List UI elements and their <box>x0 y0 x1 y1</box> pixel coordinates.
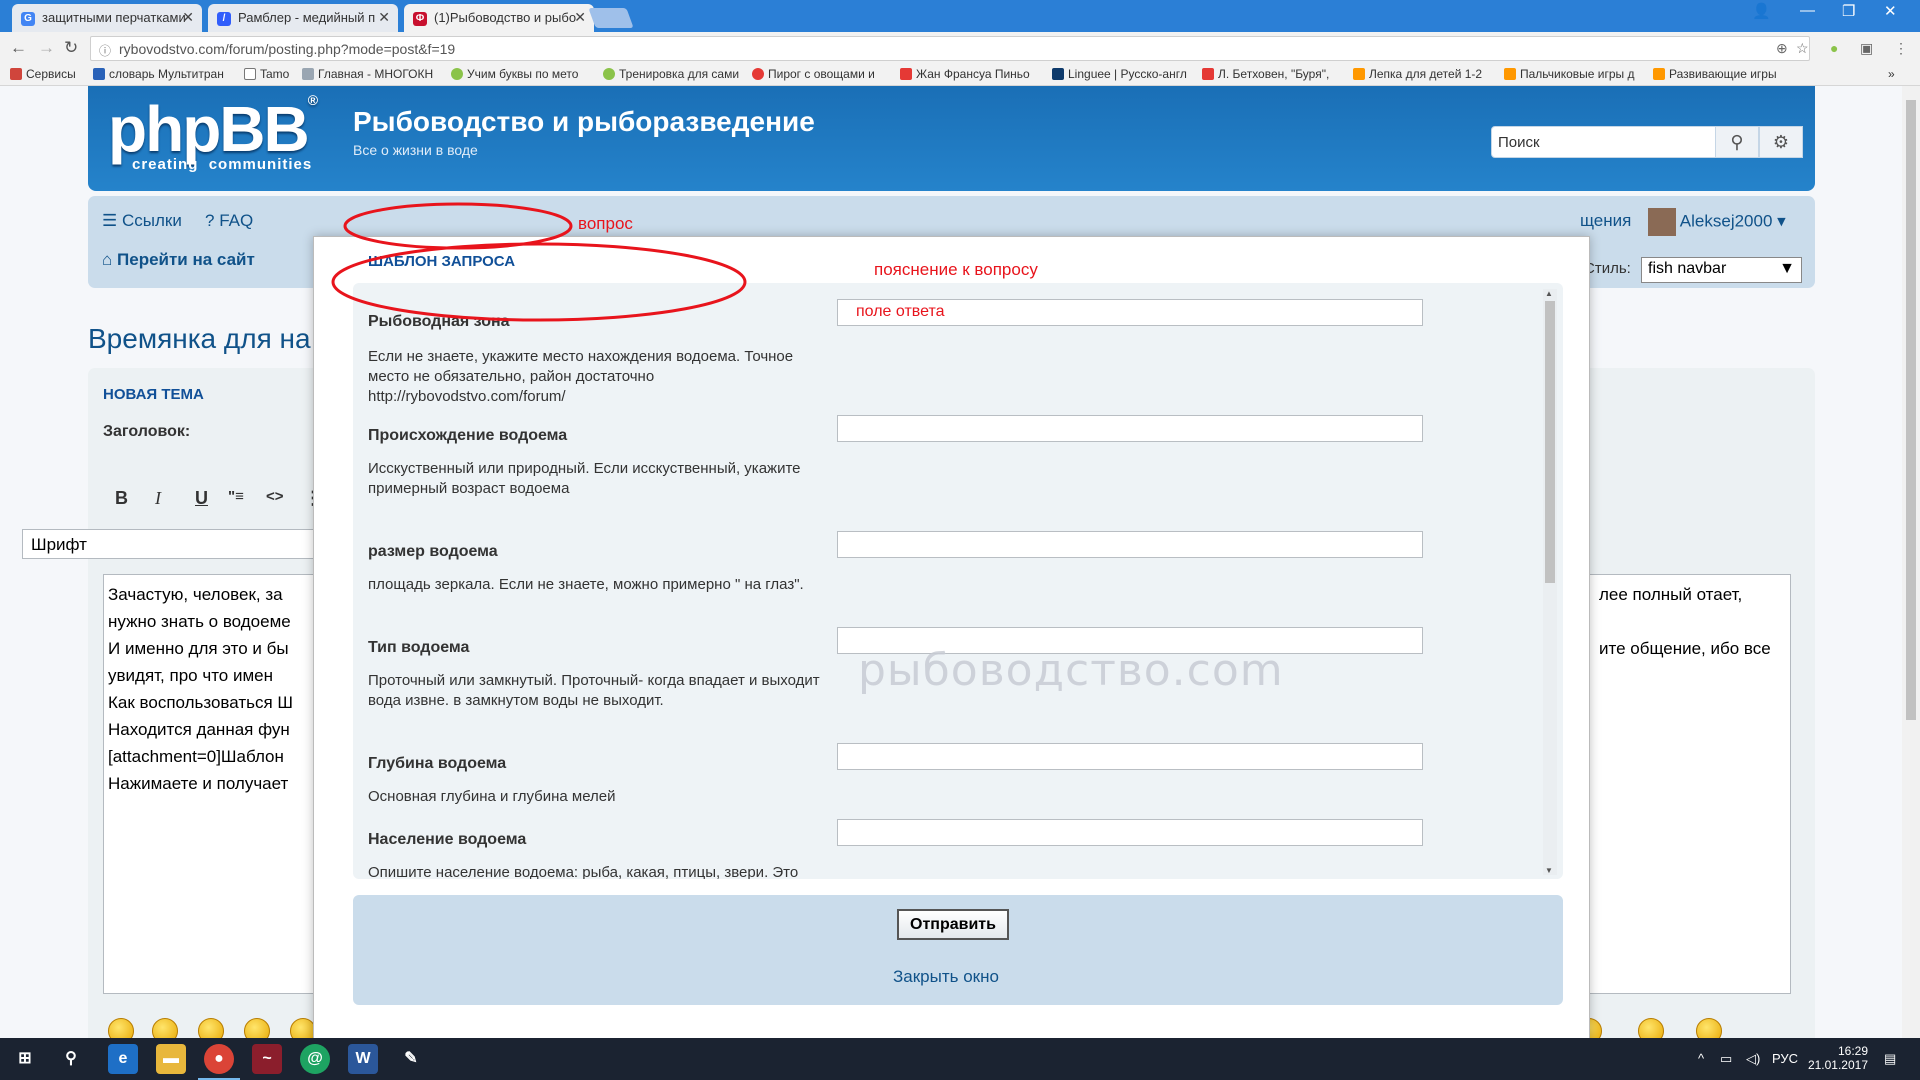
word-icon[interactable]: W <box>348 1044 378 1074</box>
close-window-icon[interactable]: ✕ <box>1884 2 1897 20</box>
bookmarks-bar: Сервисы словарь Мультитран Tamo Главная … <box>0 64 1920 86</box>
bookmark-item[interactable]: Учим буквы по мето <box>451 67 578 81</box>
page-viewport: phpBB® creating communities Рыбоводство … <box>0 86 1902 1038</box>
apps-grid-icon <box>10 68 22 80</box>
browser-tab[interactable]: / Рамблер - медийный п ✕ <box>208 4 398 32</box>
google-favicon-icon: G <box>21 12 35 26</box>
volume-icon[interactable]: ◁) <box>1746 1051 1760 1067</box>
app-icon[interactable]: ~ <box>252 1044 282 1074</box>
bookmark-favicon-icon <box>752 68 764 80</box>
browser-toolbar: ← → ↻ ⓘ rybovodstvo.com/forum/posting.ph… <box>0 32 1920 64</box>
youtube-icon <box>900 68 912 80</box>
maximize-icon[interactable]: ❐ <box>1842 2 1855 20</box>
bookmark-item[interactable]: Пальчиковые игры д <box>1504 67 1635 81</box>
bookmark-item[interactable]: Linguee | Русско-англ <box>1052 67 1187 81</box>
annotation-question: вопрос <box>578 214 633 233</box>
bookmark-item[interactable]: Развивающие игры <box>1653 67 1777 81</box>
extension-icon[interactable]: ● <box>1830 40 1838 56</box>
reload-icon[interactable]: ↻ <box>64 38 78 58</box>
network-icon[interactable]: ▭ <box>1720 1051 1732 1067</box>
bookmark-favicon-icon <box>1353 68 1365 80</box>
bookmark-star-icon[interactable]: ☆ <box>1796 40 1809 57</box>
bookmark-favicon-icon <box>603 68 615 80</box>
more-bookmarks-icon[interactable]: » <box>1888 67 1895 81</box>
bookmark-favicon-icon <box>1504 68 1516 80</box>
question-circle <box>343 202 573 250</box>
bookmark-item[interactable]: Пирог с овощами и <box>752 67 875 81</box>
rambler-favicon-icon: / <box>217 12 231 26</box>
windows-start-icon[interactable]: ⊞ <box>10 1044 40 1074</box>
page-icon <box>244 68 256 80</box>
address-bar[interactable]: ⓘ rybovodstvo.com/forum/posting.php?mode… <box>90 36 1810 61</box>
bookmark-favicon-icon <box>451 68 463 80</box>
browser-tab-active[interactable]: Ф (1)Рыбоводство и рыбо ✕ <box>404 4 594 32</box>
bookmark-favicon-icon <box>302 68 314 80</box>
bookmark-item[interactable]: Сервисы <box>10 67 76 81</box>
annotation-layer <box>331 202 747 322</box>
messenger-icon[interactable]: @ <box>300 1044 330 1074</box>
tab-title: Рамблер - медийный п <box>238 10 376 25</box>
close-tab-icon[interactable]: ✕ <box>378 9 390 26</box>
paint-icon[interactable]: ✎ <box>396 1044 426 1074</box>
url-text: rybovodstvo.com/forum/posting.php?mode=p… <box>119 41 456 57</box>
close-tab-icon[interactable]: ✕ <box>574 9 586 26</box>
language-indicator[interactable]: РУС <box>1772 1051 1798 1066</box>
forward-icon[interactable]: → <box>38 38 55 58</box>
close-tab-icon[interactable]: ✕ <box>182 9 194 26</box>
bookmark-favicon-icon <box>1653 68 1665 80</box>
forum-favicon-icon: Ф <box>413 12 427 26</box>
page-info-icon[interactable]: ⓘ <box>99 42 111 59</box>
search-icon[interactable]: ⚲ <box>56 1044 86 1074</box>
menu-icon[interactable]: ⋮ <box>1894 40 1908 57</box>
scrollbar-thumb[interactable] <box>1906 100 1916 720</box>
bookmark-item[interactable]: Тренировка для сами <box>603 67 739 81</box>
linguee-icon <box>1052 68 1064 80</box>
bookmark-favicon-icon <box>93 68 105 80</box>
browser-tab[interactable]: G защитными перчатками ✕ <box>12 4 202 32</box>
edge-icon[interactable]: e <box>108 1044 138 1074</box>
page-scrollbar[interactable] <box>1902 86 1920 1038</box>
show-hidden-icons-icon[interactable]: ^ <box>1698 1051 1704 1066</box>
minimize-icon[interactable]: — <box>1800 2 1815 19</box>
youtube-icon <box>1202 68 1214 80</box>
explanation-circle <box>331 242 747 322</box>
file-explorer-icon[interactable]: ▬ <box>156 1044 186 1074</box>
clock[interactable]: 16:29 21.01.2017 <box>1808 1044 1868 1072</box>
notifications-icon[interactable]: ▤ <box>1884 1051 1896 1067</box>
clock-time: 16:29 <box>1837 1044 1868 1058</box>
tab-title: (1)Рыбоводство и рыбо <box>434 10 577 25</box>
user-profile-icon[interactable]: 👤 <box>1752 2 1771 20</box>
clock-date: 21.01.2017 <box>1807 1058 1868 1072</box>
back-icon[interactable]: ← <box>10 38 27 58</box>
bookmark-item[interactable]: Лепка для детей 1-2 <box>1353 67 1482 81</box>
extension-icon[interactable]: ▣ <box>1860 40 1873 57</box>
bookmark-item[interactable]: Жан Франсуа Пиньо <box>900 67 1030 81</box>
bookmark-item[interactable]: Tamo <box>244 67 289 81</box>
windows-taskbar: ⊞ ⚲ e ▬ ● ~ @ W ✎ ^ ▭ ◁) РУС 16:29 21.01… <box>0 1038 1920 1080</box>
bookmark-item[interactable]: словарь Мультитран <box>93 67 224 81</box>
zoom-icon[interactable]: ⊕ <box>1776 40 1788 57</box>
bookmark-item[interactable]: Л. Бетховен, "Буря", <box>1202 67 1329 81</box>
tab-title: защитными перчатками <box>42 10 186 25</box>
browser-tab-strip: G защитными перчатками ✕ / Рамблер - мед… <box>0 0 1920 32</box>
new-tab-button[interactable] <box>588 8 634 28</box>
chrome-icon[interactable]: ● <box>198 1044 240 1080</box>
bookmark-item[interactable]: Главная - МНОГОКН <box>302 67 433 81</box>
annotation-explanation: пояснение к вопросу <box>874 260 1038 279</box>
